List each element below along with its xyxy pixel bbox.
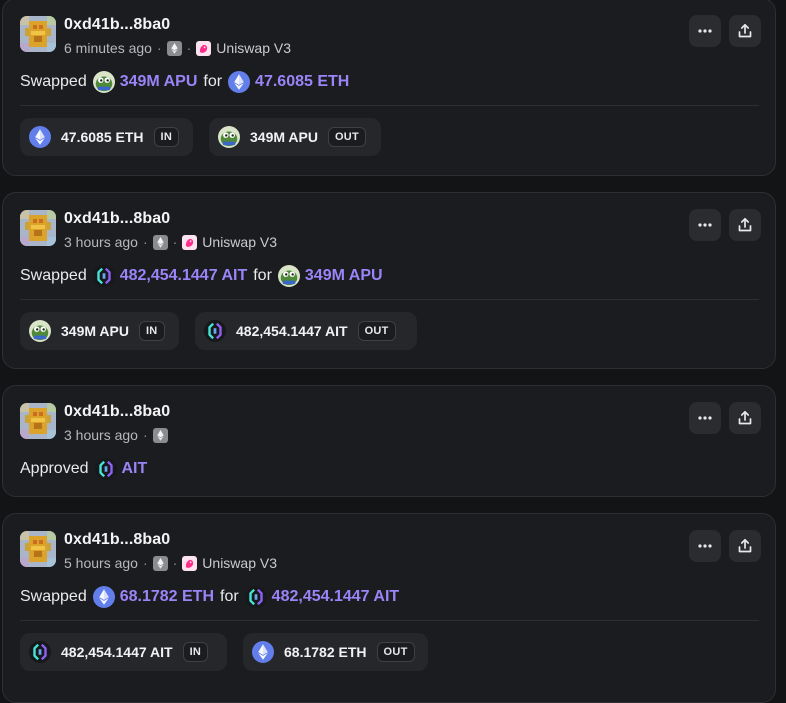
more-options-button[interactable] (689, 209, 721, 241)
timestamp: 5 hours ago (64, 555, 138, 571)
ethereum-chain-icon (152, 427, 168, 443)
divider (20, 299, 759, 300)
activity-description: Approved AIT (20, 457, 147, 481)
more-options-button[interactable] (689, 530, 721, 562)
activity-card[interactable]: 0xd41b...8ba0 3 hours ago · · Uniswap V3… (2, 192, 776, 369)
share-button[interactable] (729, 530, 761, 562)
more-horizontal-icon (697, 538, 713, 554)
direction-badge: OUT (357, 321, 396, 341)
transfer-amount: 68.1782 ETH (284, 644, 367, 660)
ait-token-icon (204, 320, 226, 342)
direction-badge: IN (182, 642, 209, 662)
more-options-button[interactable] (689, 402, 721, 434)
eth-token-icon (93, 586, 115, 608)
action-verb: Swapped (20, 588, 87, 605)
share-icon (737, 538, 753, 554)
avatar[interactable] (20, 16, 56, 52)
ethereum-chain-icon (166, 40, 182, 56)
token-link[interactable]: 68.1782 ETH (93, 586, 214, 608)
share-icon (737, 217, 753, 233)
ethereum-chain-icon (152, 555, 168, 571)
connector-text: for (253, 267, 272, 284)
action-verb: Approved (20, 460, 89, 477)
uniswap-icon (196, 40, 212, 56)
share-icon (737, 410, 753, 426)
more-options-button[interactable] (689, 15, 721, 47)
share-icon (737, 23, 753, 39)
apu-token-icon (218, 126, 240, 148)
timestamp: 3 hours ago (64, 427, 138, 443)
wallet-address[interactable]: 0xd41b...8ba0 (64, 16, 170, 34)
direction-badge: OUT (376, 642, 415, 662)
token-link[interactable]: 47.6085 ETH (228, 71, 349, 93)
share-button[interactable] (729, 402, 761, 434)
eth-token-icon (228, 71, 250, 93)
uniswap-icon (182, 555, 198, 571)
direction-badge: OUT (327, 127, 367, 147)
activity-card[interactable]: 0xd41b...8ba0 6 minutes ago · · Uniswap … (2, 0, 776, 176)
avatar[interactable] (20, 531, 56, 567)
transfer-in-pill[interactable]: 349M APU IN (20, 312, 179, 350)
connector-text: for (203, 73, 223, 90)
transfer-in-pill[interactable]: 47.6085 ETH IN (20, 118, 193, 156)
transfer-out-pill[interactable]: 482,454.1447 AIT OUT (195, 312, 417, 350)
more-horizontal-icon (697, 410, 713, 426)
transfer-amount: 47.6085 ETH (61, 129, 144, 145)
activity-meta: 3 hours ago · (64, 426, 168, 444)
token-link[interactable]: 482,454.1447 AIT (93, 265, 247, 287)
wallet-address[interactable]: 0xd41b...8ba0 (64, 210, 170, 228)
protocol-name[interactable]: Uniswap V3 (216, 40, 291, 56)
share-button[interactable] (729, 15, 761, 47)
protocol-name[interactable]: Uniswap V3 (202, 555, 277, 571)
apu-token-icon (278, 265, 300, 287)
share-button[interactable] (729, 209, 761, 241)
eth-token-icon (252, 641, 274, 663)
more-horizontal-icon (697, 217, 713, 233)
connector-text: for (220, 588, 239, 605)
action-verb: Swapped (20, 267, 87, 284)
apu-token-icon (29, 320, 51, 342)
activity-meta: 6 minutes ago · · Uniswap V3 (64, 40, 291, 56)
ait-token-icon (95, 458, 117, 480)
transfer-out-pill[interactable]: 68.1782 ETH OUT (243, 633, 428, 671)
timestamp: 3 hours ago (64, 234, 138, 250)
transfer-amount: 482,454.1447 AIT (236, 323, 348, 339)
action-verb: Swapped (20, 73, 87, 90)
activity-meta: 5 hours ago · · Uniswap V3 (64, 555, 277, 571)
activity-card[interactable]: 0xd41b...8ba0 3 hours ago · Approved AIT (2, 385, 776, 497)
activity-description: Swapped 68.1782 ETH for 482,454.1447 AIT (20, 585, 399, 609)
transfer-in-pill[interactable]: 482,454.1447 AIT IN (20, 633, 227, 671)
avatar[interactable] (20, 210, 56, 246)
avatar[interactable] (20, 403, 56, 439)
ait-token-icon (29, 641, 51, 663)
direction-badge: IN (138, 321, 165, 341)
ait-token-icon (245, 586, 267, 608)
token-link[interactable]: 349M APU (93, 71, 197, 93)
divider (20, 105, 759, 106)
activity-description: Swapped 482,454.1447 AIT for 349M APU (20, 264, 383, 288)
transfer-amount: 349M APU (61, 323, 129, 339)
ethereum-chain-icon (152, 234, 168, 250)
uniswap-icon (182, 234, 198, 250)
more-horizontal-icon (697, 23, 713, 39)
transfer-amount: 482,454.1447 AIT (61, 644, 173, 660)
activity-meta: 3 hours ago · · Uniswap V3 (64, 234, 277, 250)
timestamp: 6 minutes ago (64, 40, 152, 56)
divider (20, 620, 759, 621)
token-link[interactable]: 482,454.1447 AIT (245, 586, 399, 608)
eth-token-icon (29, 126, 51, 148)
transfer-out-pill[interactable]: 349M APU OUT (209, 118, 381, 156)
activity-card[interactable]: 0xd41b...8ba0 5 hours ago · · Uniswap V3… (2, 513, 776, 703)
token-link[interactable]: 349M APU (278, 265, 383, 287)
ait-token-icon (93, 265, 115, 287)
token-link[interactable]: AIT (95, 458, 147, 480)
activity-description: Swapped 349M APU for 47.6085 ETH (20, 70, 349, 94)
apu-token-icon (93, 71, 115, 93)
wallet-address[interactable]: 0xd41b...8ba0 (64, 531, 170, 549)
transfer-amount: 349M APU (250, 129, 318, 145)
wallet-address[interactable]: 0xd41b...8ba0 (64, 403, 170, 421)
direction-badge: IN (153, 127, 180, 147)
protocol-name[interactable]: Uniswap V3 (202, 234, 277, 250)
